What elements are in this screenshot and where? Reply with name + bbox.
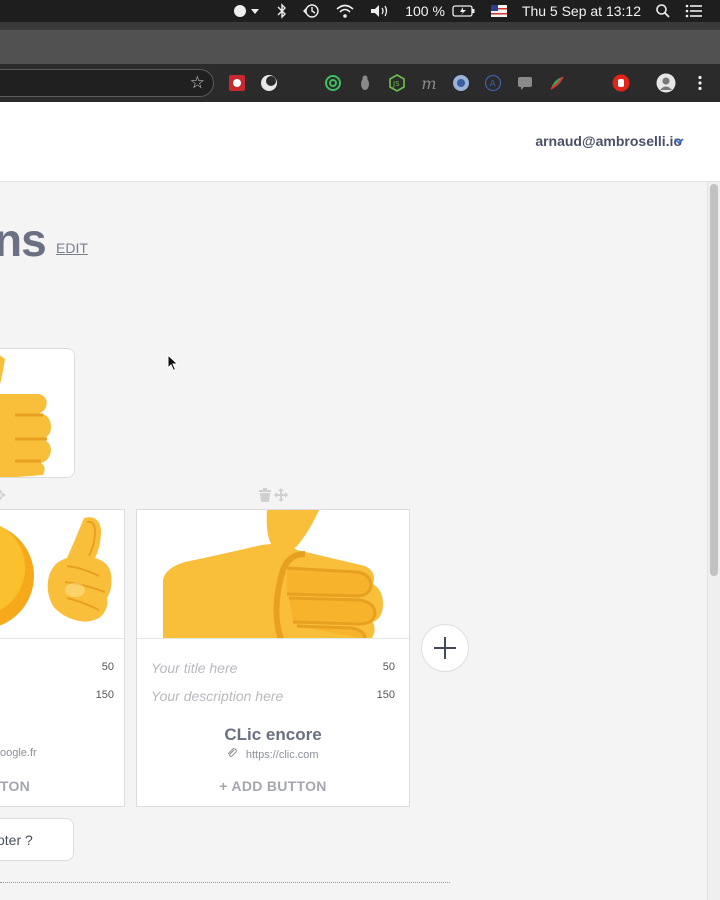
card-url-row: https://clic.com [137, 745, 409, 763]
browser-tab-strip [0, 22, 720, 64]
move-handle-icon[interactable] [273, 487, 289, 506]
vote-prompt-text: voter ? [0, 832, 33, 848]
card-url[interactable]: oogle.fr [0, 747, 37, 759]
profile-avatar-icon[interactable] [656, 73, 676, 93]
title-input[interactable]: Your title here [151, 660, 237, 676]
scrollbar-thumb[interactable] [710, 184, 718, 576]
preview-image-card[interactable] [0, 348, 75, 478]
extension-m-icon[interactable]: m [419, 73, 439, 93]
move-handle-icon[interactable]: ✥ [0, 487, 6, 504]
address-bar[interactable]: ☆ [0, 69, 214, 97]
title-char-count: 50 [382, 661, 395, 673]
app-header: arnaud@ambroselli.io [0, 102, 720, 182]
edit-title-link[interactable]: EDIT [56, 240, 88, 256]
trash-icon[interactable] [258, 487, 272, 506]
thumbs-up-image [137, 510, 409, 638]
bookmark-star-icon[interactable]: ☆ [190, 73, 205, 93]
description-char-count: 150 [376, 689, 395, 701]
card-tools [258, 487, 289, 506]
thumbs-up-image [0, 349, 74, 477]
description-input[interactable]: Your description here [151, 688, 283, 704]
time-machine-icon[interactable] [294, 0, 328, 22]
extension-nodejs-icon[interactable]: JS [387, 73, 407, 93]
toggle-icon[interactable] [226, 0, 270, 22]
mouse-cursor-icon [167, 353, 179, 377]
extension-stop-hand-icon[interactable] [611, 73, 631, 93]
description-char-count: 150 [95, 689, 114, 701]
browser-toolbar: ☆ JS m A [0, 64, 720, 102]
card-title: CLic encore [224, 725, 322, 744]
svg-text:JS: JS [392, 80, 400, 88]
wifi-icon[interactable] [328, 0, 362, 22]
vote-prompt-box[interactable]: voter ? [0, 818, 74, 861]
notification-center-icon[interactable] [678, 0, 710, 22]
title-char-count: 50 [101, 661, 114, 673]
macos-menubar: 100 % Thu 5 Sep at 13:12 [0, 0, 720, 22]
add-button-button[interactable]: TTON [0, 778, 30, 794]
emoji-image [0, 510, 124, 638]
volume-icon[interactable] [362, 0, 398, 22]
browser-menu-kebab-icon[interactable] [690, 73, 710, 93]
spotlight-search-icon[interactable] [648, 0, 678, 22]
bluetooth-icon[interactable] [270, 0, 294, 22]
extension-color-icon[interactable] [547, 73, 567, 93]
extension-target-icon[interactable] [323, 73, 343, 93]
extension-moon-icon[interactable] [259, 73, 279, 93]
extension-chat-icon[interactable] [515, 73, 535, 93]
input-source-flag-icon[interactable] [483, 0, 515, 22]
extension-drop-icon[interactable] [451, 73, 471, 93]
paperclip-icon [227, 745, 238, 763]
card-image-area[interactable] [0, 510, 124, 639]
survey-option-card: 50 150 t oogle.fr TTON [0, 509, 125, 807]
user-menu-email[interactable]: arnaud@ambroselli.io [535, 133, 682, 149]
battery-percent: 100 % [405, 3, 445, 19]
extension-bug-icon[interactable] [355, 73, 375, 93]
battery-icon[interactable] [452, 0, 483, 22]
svg-text:A: A [490, 80, 497, 90]
browser-tab-active[interactable] [0, 30, 720, 64]
add-option-button[interactable] [421, 624, 469, 672]
extension-red-icon[interactable] [227, 73, 247, 93]
add-button-button[interactable]: + ADD BUTTON [137, 778, 409, 794]
chevron-down-icon[interactable] [674, 136, 684, 148]
survey-option-card: Your title here 50 Your description here… [136, 509, 410, 807]
page-title: ns [0, 214, 47, 266]
section-divider [0, 882, 450, 883]
extension-a-icon[interactable]: A [483, 73, 503, 93]
menubar-clock[interactable]: Thu 5 Sep at 13:12 [515, 0, 648, 22]
card-image-area[interactable] [137, 510, 409, 639]
plus-icon [434, 637, 456, 659]
page-scrollbar[interactable] [707, 182, 720, 900]
card-url[interactable]: https://clic.com [246, 749, 319, 761]
